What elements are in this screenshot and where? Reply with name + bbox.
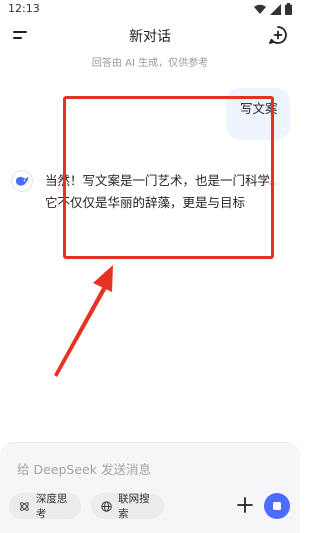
wifi-icon [254, 4, 266, 14]
status-icons [254, 3, 292, 15]
deep-think-toggle[interactable]: 深度思考 [9, 493, 81, 520]
battery-icon [285, 3, 292, 15]
whale-icon [16, 176, 29, 186]
atom-icon [20, 501, 29, 511]
signal-icon [270, 3, 281, 15]
deepseek-avatar [11, 170, 33, 192]
ai-disclaimer: 回答由 AI 生成，仅供参考 [91, 58, 209, 69]
deep-think-label: 深度思考 [35, 493, 68, 520]
web-search-toggle[interactable]: 联网搜索 [91, 493, 164, 520]
annotation-highlight-box [63, 96, 274, 259]
message-input[interactable]: 给 DeepSeek 发送消息 [17, 459, 151, 478]
status-time: 12:13 [8, 2, 40, 15]
page-title: 新对话 [129, 29, 171, 45]
top-bar: 新对话 [0, 22, 300, 50]
globe-icon [101, 500, 112, 512]
status-bar: 12:13 [0, 0, 300, 20]
stop-icon [273, 502, 281, 510]
composer-panel: 给 DeepSeek 发送消息 深度思考 联网搜索 [0, 442, 300, 533]
plus-icon [237, 497, 253, 513]
attach-plus-button[interactable] [236, 495, 254, 515]
web-search-label: 联网搜索 [118, 493, 150, 520]
stop-generating-button[interactable] [264, 493, 290, 519]
new-chat-icon[interactable] [268, 25, 288, 45]
